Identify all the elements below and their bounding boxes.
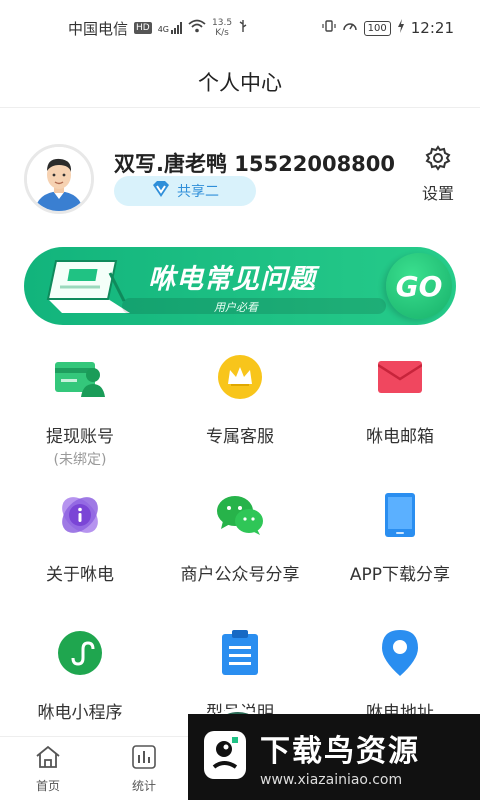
- watermark-title: 下载鸟资源: [260, 734, 420, 769]
- grid-label: APP下载分享: [349, 565, 451, 585]
- network-type: 4G: [157, 25, 170, 34]
- grid-item-about[interactable]: 关于咻电: [0, 490, 160, 585]
- carrier-label: 中国电信: [68, 19, 129, 38]
- settings-label: 设置: [421, 184, 454, 203]
- watermark-logo-icon: [202, 729, 248, 785]
- user-name: 双写.唐老鸭 15522008800: [114, 152, 396, 176]
- id-card-icon: [55, 352, 105, 402]
- grid-item-customer-service[interactable]: 专属客服: [160, 352, 320, 447]
- wifi-icon: [188, 19, 206, 37]
- banner-go-button[interactable]: GO: [386, 253, 452, 319]
- grid-item-official-account-share[interactable]: 商户公众号分享: [160, 490, 320, 585]
- status-right: 100 12:21: [322, 19, 454, 37]
- watermark-text: 下载鸟资源 www.xiazainiao.com: [260, 726, 420, 788]
- grid-label: 商户公众号分享: [180, 565, 300, 585]
- info-icon: [55, 490, 105, 540]
- grid-item-address[interactable]: 咻电地址: [320, 628, 480, 723]
- phone-icon: [375, 490, 425, 540]
- grid-item-mailbox[interactable]: 咻电邮箱: [320, 352, 480, 447]
- wechat-icon: [215, 490, 265, 540]
- grid-item-withdraw-account[interactable]: 提现账号 (未绑定): [0, 352, 160, 469]
- clock-time: 12:21: [410, 19, 454, 37]
- nav-item-stats[interactable]: 统计: [114, 745, 174, 794]
- grid-item-app-download-share[interactable]: APP下载分享: [320, 490, 480, 585]
- grid-sublabel: (未绑定): [53, 452, 107, 468]
- grid-label: 咻电小程序: [37, 703, 123, 723]
- speedometer-icon: [342, 19, 358, 37]
- banner-subtitle: 用户必看: [214, 301, 258, 314]
- speed-unit: K/s: [215, 28, 229, 38]
- grid-label: 咻电邮箱: [366, 427, 434, 447]
- settings-button[interactable]: 设置: [414, 144, 462, 204]
- gear-icon: [424, 144, 452, 176]
- banner-go-label: GO: [395, 269, 443, 303]
- vibrate-icon: [322, 19, 336, 37]
- bar-chart-icon: [131, 745, 157, 773]
- faq-banner[interactable]: 咻电常见问题 用户必看 GO: [24, 247, 456, 325]
- home-icon: [35, 745, 61, 773]
- status-bar: 中国电信 HD 4G 13.5 K/s 100 12:21: [0, 0, 480, 56]
- battery-icon: 100: [363, 20, 391, 36]
- clipboard-icon: [215, 628, 265, 678]
- role-badge-label: 共享二: [177, 184, 219, 200]
- grid-item-mini-program[interactable]: 咻电小程序: [0, 628, 160, 723]
- role-badge: 共享二: [114, 176, 256, 206]
- hd-badge: HD: [134, 22, 152, 34]
- grid-label: 提现账号: [46, 427, 114, 447]
- location-pin-icon: [375, 628, 425, 678]
- banner-title: 咻电常见问题: [148, 264, 316, 295]
- nav-label: 首页: [35, 779, 60, 793]
- nav-label: 统计: [131, 779, 156, 793]
- grid-label: 专属客服: [206, 427, 274, 447]
- watermark-url: www.xiazainiao.com: [260, 772, 403, 788]
- crown-icon: [215, 352, 265, 402]
- signal-icon: 4G: [157, 22, 183, 34]
- page-header: 个人中心: [0, 56, 480, 108]
- status-left: 中国电信 HD 4G 13.5 K/s: [68, 18, 248, 39]
- nav-item-home[interactable]: 首页: [18, 745, 78, 794]
- avatar[interactable]: [24, 144, 94, 214]
- usb-icon: [238, 19, 248, 37]
- speed-value: 13.5: [212, 18, 233, 28]
- grid-label: 关于咻电: [46, 565, 114, 585]
- page-title: 个人中心: [198, 70, 282, 95]
- mail-icon: [375, 352, 425, 402]
- charging-icon: [397, 19, 405, 37]
- vip-icon: [151, 180, 171, 202]
- mini-program-icon: [55, 628, 105, 678]
- network-speed: 13.5 K/s: [212, 18, 232, 38]
- watermark-overlay: 下载鸟资源 www.xiazainiao.com: [188, 714, 480, 800]
- avatar-image: [27, 147, 91, 211]
